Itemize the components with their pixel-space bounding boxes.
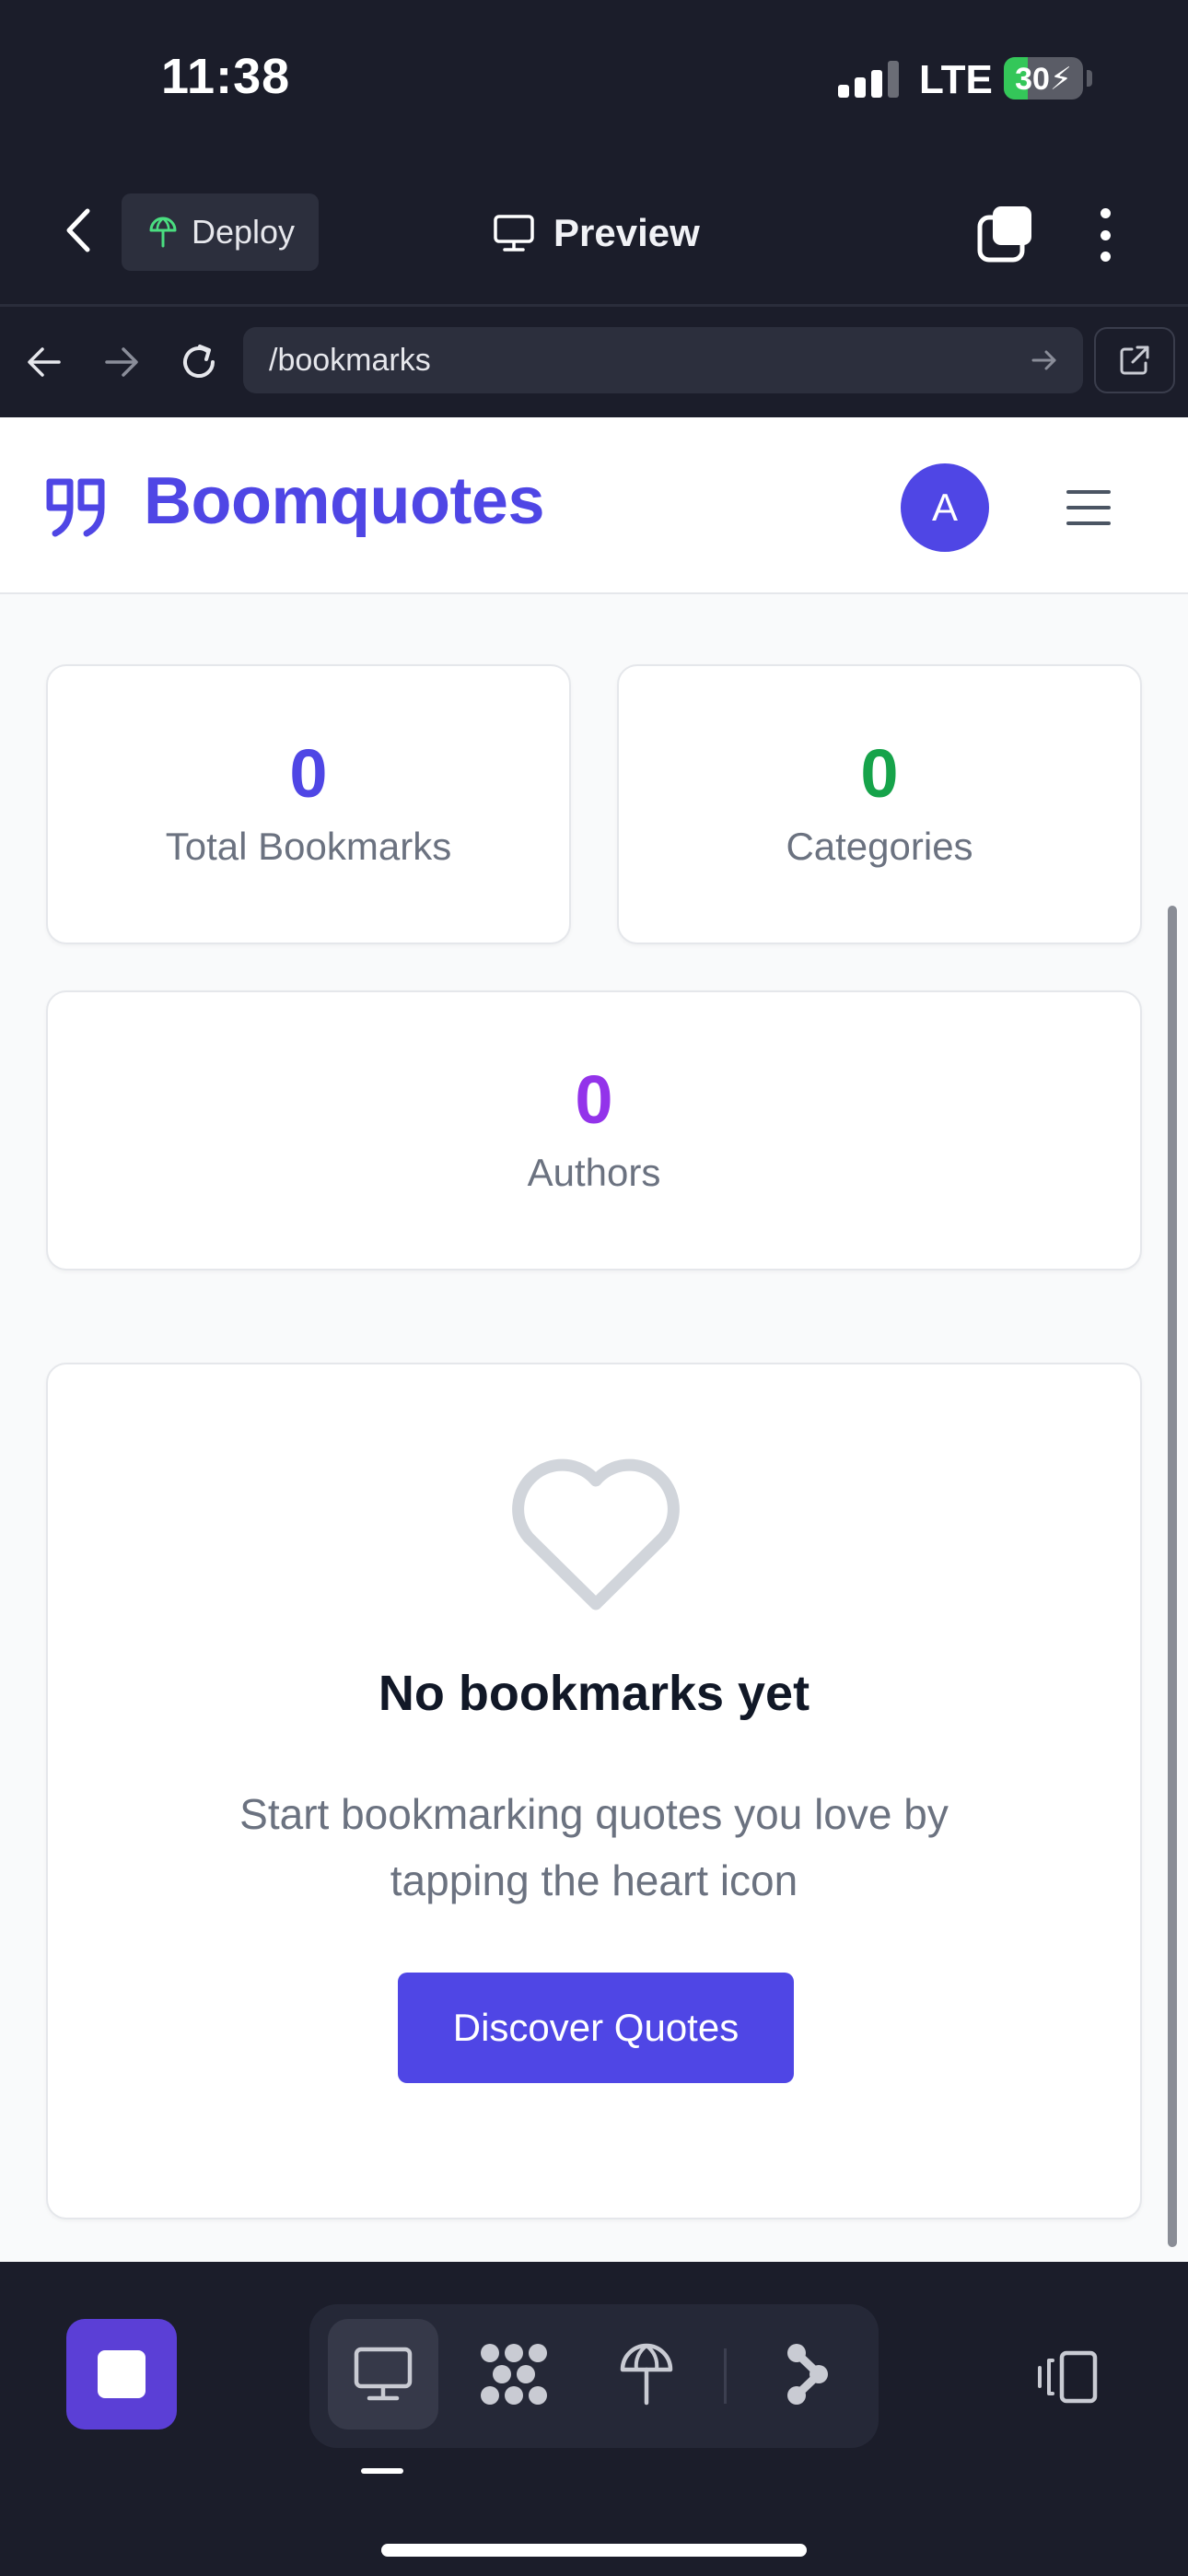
- menu-line: [1066, 521, 1111, 526]
- deploy-tool-button[interactable]: [591, 2319, 702, 2430]
- stat-label: Categories: [786, 825, 973, 868]
- deploy-icon: [620, 2343, 673, 2406]
- hamburger-menu-button[interactable]: [1066, 484, 1111, 532]
- battery-cap: [1087, 70, 1092, 87]
- user-avatar[interactable]: A: [901, 463, 989, 552]
- open-external-button[interactable]: [1094, 327, 1175, 393]
- reload-icon: [183, 345, 215, 378]
- integrations-tool-button[interactable]: [459, 2319, 569, 2430]
- menu-line: [1066, 489, 1111, 494]
- tool-separator: [724, 2348, 727, 2404]
- more-dot: [1100, 229, 1111, 240]
- status-bar: 11:38 LTE 30⚡: [0, 0, 1188, 157]
- app-toolbar: Deploy Preview: [0, 157, 1188, 304]
- dots-grid-icon: [481, 2344, 547, 2405]
- url-text: /bookmarks: [269, 342, 431, 378]
- empty-state-description: Start bookmarking quotes you love by tap…: [239, 1790, 949, 1904]
- page-scrollbar[interactable]: [1168, 906, 1177, 2247]
- external-link-icon: [1120, 345, 1149, 375]
- menu-line: [1066, 505, 1111, 509]
- webpage-viewport: Boomquotes A 0 Total Bookmarks 0 Categor…: [0, 417, 1188, 2262]
- bottom-toolbar: [0, 2262, 1188, 2576]
- stat-value: 0: [289, 735, 328, 812]
- more-dot: [1100, 252, 1111, 262]
- tabs-button[interactable]: [976, 203, 1037, 263]
- agent-tool-button[interactable]: [751, 2319, 862, 2430]
- status-time: 11:38: [161, 49, 291, 104]
- stat-card-authors: 0 Authors: [46, 990, 1142, 1270]
- home-indicator: [381, 2544, 807, 2557]
- network-type: LTE: [919, 57, 993, 102]
- tool-group: [309, 2304, 879, 2448]
- monitor-icon: [354, 2347, 413, 2401]
- empty-state-title: No bookmarks yet: [378, 1666, 810, 1721]
- site-header: Boomquotes A: [0, 417, 1188, 594]
- stat-label: Authors: [527, 1151, 661, 1194]
- heart-icon: [512, 1458, 680, 1610]
- discover-quotes-button[interactable]: Discover Quotes: [398, 1973, 794, 2083]
- go-arrow-icon[interactable]: [1024, 340, 1065, 381]
- more-dot: [1100, 208, 1111, 218]
- stop-button[interactable]: [66, 2319, 177, 2430]
- brand-name[interactable]: Boomquotes: [144, 463, 544, 539]
- arrow-right-icon: [105, 347, 138, 377]
- active-tool-indicator: [361, 2468, 403, 2474]
- stat-card-categories: 0 Categories: [617, 664, 1142, 944]
- stat-value: 0: [860, 735, 899, 812]
- stat-card-total-bookmarks: 0 Total Bookmarks: [46, 664, 571, 944]
- reload-button[interactable]: [169, 333, 228, 392]
- deploy-icon: [149, 217, 177, 248]
- monitor-icon: [494, 215, 534, 252]
- chevron-left-icon: [66, 208, 90, 252]
- quote-logo-icon[interactable]: [44, 474, 109, 539]
- signal-strength-icon: [838, 61, 899, 98]
- browser-forward-button[interactable]: [92, 333, 151, 392]
- deploy-button[interactable]: Deploy: [122, 193, 319, 271]
- empty-state-card: No bookmarks yet Start bookmarking quote…: [46, 1363, 1142, 2219]
- url-input[interactable]: /bookmarks: [243, 327, 1083, 393]
- back-button[interactable]: [55, 203, 101, 258]
- preview-label: Preview: [553, 211, 700, 254]
- branch-icon: [787, 2344, 828, 2405]
- device-layout-icon: [1038, 2350, 1098, 2404]
- stat-value: 0: [575, 1061, 613, 1138]
- arrow-left-icon: [28, 347, 61, 377]
- preview-title[interactable]: Preview: [493, 201, 700, 265]
- deploy-label: Deploy: [192, 213, 296, 251]
- browser-back-button[interactable]: [15, 333, 74, 392]
- more-options-button[interactable]: [1087, 205, 1124, 265]
- stop-icon: [98, 2350, 146, 2398]
- tabs-icon: [977, 206, 1031, 263]
- preview-tool-button[interactable]: [328, 2319, 438, 2430]
- battery-icon: 30⚡: [1004, 57, 1083, 100]
- stat-label: Total Bookmarks: [165, 825, 452, 868]
- browser-bar: /bookmarks: [0, 307, 1188, 417]
- battery-percent: 30⚡: [1015, 62, 1072, 97]
- device-layout-button[interactable]: [1030, 2339, 1105, 2415]
